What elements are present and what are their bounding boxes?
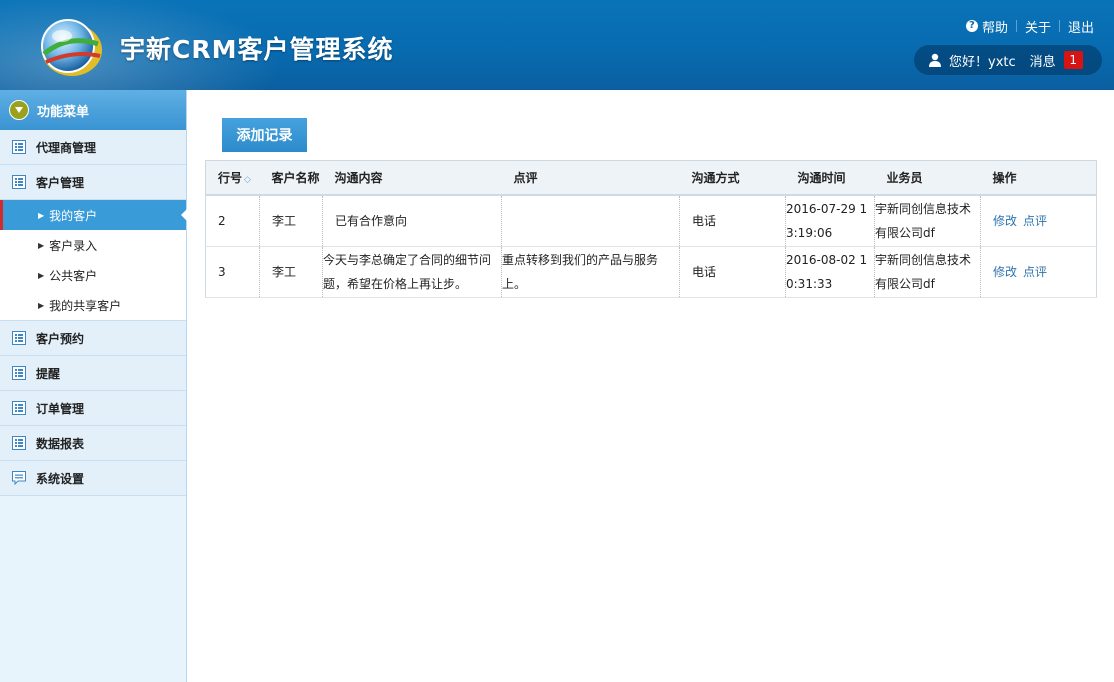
cell-time: 2016-07-29 13:19:06 bbox=[785, 195, 875, 247]
sidebar: 功能菜单 代理商管理 客户管理 ▶ 我的客户 ▶ 客户录入 ▶ 公共客户 ▶ 我… bbox=[0, 90, 187, 682]
column-header-time: 沟通时间 bbox=[785, 160, 875, 196]
sidebar-subitem-label: 我的共享客户 bbox=[49, 298, 122, 313]
table-header-row: 行号 ◇ 客户名称 沟通内容 点评 沟通方式 沟通时间 业务员 操作 bbox=[205, 160, 1097, 196]
messages-count-badge[interactable]: 1 bbox=[1063, 51, 1083, 69]
logout-link[interactable]: 退出 bbox=[1068, 17, 1094, 36]
column-header-customer: 客户名称 bbox=[259, 160, 323, 196]
sidebar-subitem-label: 我的客户 bbox=[49, 208, 98, 223]
user-bar: 您好！yxtc 消息 1 bbox=[914, 45, 1102, 75]
cell-comment: 重点转移到我们的产品与服务上。 bbox=[501, 246, 680, 298]
cell-content: 今天与李总确定了合同的细节问题，希望在价格上再让步。 bbox=[322, 246, 502, 298]
column-header-method: 沟通方式 bbox=[679, 160, 786, 196]
cell-method: 电话 bbox=[679, 246, 786, 298]
edit-link[interactable]: 修改 bbox=[993, 214, 1017, 228]
sidebar-item-label: 代理商管理 bbox=[36, 140, 97, 155]
sidebar-item-label: 订单管理 bbox=[36, 401, 85, 416]
review-link[interactable]: 点评 bbox=[1023, 214, 1047, 228]
column-header-comment: 点评 bbox=[501, 160, 680, 196]
caret-right-icon: ▶ bbox=[38, 300, 45, 310]
cell-actions: 修改 点评 bbox=[980, 246, 1097, 298]
sidebar-subitem-public-customers[interactable]: ▶ 公共客户 bbox=[0, 260, 186, 290]
list-icon bbox=[12, 140, 26, 154]
help-icon: ? bbox=[965, 20, 978, 32]
cell-comment bbox=[501, 195, 680, 247]
column-header-content: 沟通内容 bbox=[322, 160, 502, 196]
cell-salesman: 宇新同创信息技术有限公司df bbox=[874, 246, 981, 298]
sidebar-item-label: 数据报表 bbox=[36, 436, 85, 451]
list-icon bbox=[12, 366, 26, 380]
menu-title: 功能菜单 bbox=[37, 104, 90, 120]
sidebar-item-settings[interactable]: 系统设置 bbox=[0, 461, 186, 496]
table-row: 2 李工 已有合作意向 电话 2016-07-29 13:19:06 宇新同创信… bbox=[205, 195, 1097, 247]
user-icon bbox=[929, 53, 941, 67]
cell-customer: 李工 bbox=[259, 195, 323, 247]
column-header-row-number[interactable]: 行号 ◇ bbox=[205, 160, 260, 196]
sidebar-item-agent[interactable]: 代理商管理 bbox=[0, 130, 186, 165]
customer-submenu: ▶ 我的客户 ▶ 客户录入 ▶ 公共客户 ▶ 我的共享客户 bbox=[0, 200, 187, 321]
globe-logo-icon bbox=[41, 19, 102, 76]
sidebar-subitem-label: 客户录入 bbox=[49, 238, 98, 253]
table-row: 3 李工 今天与李总确定了合同的细节问题，希望在价格上再让步。 重点转移到我们的… bbox=[205, 246, 1097, 298]
sidebar-item-reminder[interactable]: 提醒 bbox=[0, 356, 186, 391]
help-label: 帮助 bbox=[981, 20, 1008, 36]
header-bar: 宇新CRM客户管理系统 ? 帮助 关于 退出 您好！yxtc 消息 1 bbox=[0, 0, 1114, 90]
caret-right-icon: ▶ bbox=[38, 210, 45, 220]
chat-bubble-icon bbox=[12, 471, 26, 485]
sidebar-item-label: 提醒 bbox=[36, 366, 61, 381]
top-links: ? 帮助 关于 退出 bbox=[965, 17, 1094, 36]
list-icon bbox=[12, 401, 26, 415]
sort-icon[interactable]: ◇ bbox=[244, 175, 251, 185]
sidebar-item-report[interactable]: 数据报表 bbox=[0, 426, 186, 461]
caret-right-icon: ▶ bbox=[38, 270, 45, 280]
app-title: 宇新CRM客户管理系统 bbox=[120, 35, 394, 64]
divider bbox=[1015, 20, 1017, 32]
main-content: 添加记录 行号 ◇ 客户名称 沟通内容 点评 沟通方式 沟通时间 业务员 操作 2… bbox=[187, 90, 1114, 682]
sidebar-item-appointment[interactable]: 客户预约 bbox=[0, 321, 186, 356]
sidebar-subitem-shared-customers[interactable]: ▶ 我的共享客户 bbox=[0, 290, 186, 320]
about-link[interactable]: 关于 bbox=[1025, 17, 1051, 36]
add-record-button[interactable]: 添加记录 bbox=[222, 118, 307, 152]
sidebar-subitem-my-customers[interactable]: ▶ 我的客户 bbox=[0, 200, 187, 230]
sidebar-item-order[interactable]: 订单管理 bbox=[0, 391, 186, 426]
help-link[interactable]: ? 帮助 bbox=[965, 17, 1008, 36]
list-icon bbox=[12, 331, 26, 345]
sidebar-item-label: 客户预约 bbox=[36, 331, 85, 346]
list-icon bbox=[12, 436, 26, 450]
divider bbox=[1058, 20, 1060, 32]
cell-content: 已有合作意向 bbox=[322, 195, 502, 247]
sidebar-item-customer[interactable]: 客户管理 bbox=[0, 165, 186, 200]
cell-method: 电话 bbox=[679, 195, 786, 247]
caret-right-icon: ▶ bbox=[38, 240, 45, 250]
user-greeting: 您好！yxtc bbox=[949, 54, 1016, 70]
menu-header: 功能菜单 bbox=[0, 90, 186, 130]
cell-customer: 李工 bbox=[259, 246, 323, 298]
cell-row-number: 2 bbox=[205, 195, 260, 247]
column-header-salesman: 业务员 bbox=[874, 160, 981, 196]
cell-actions: 修改 点评 bbox=[980, 195, 1097, 247]
edit-link[interactable]: 修改 bbox=[993, 265, 1017, 279]
list-icon bbox=[12, 175, 26, 189]
column-header-actions: 操作 bbox=[980, 160, 1097, 196]
cell-salesman: 宇新同创信息技术有限公司df bbox=[874, 195, 981, 247]
sidebar-subitem-label: 公共客户 bbox=[49, 268, 98, 283]
sidebar-subitem-customer-entry[interactable]: ▶ 客户录入 bbox=[0, 230, 186, 260]
sidebar-item-label: 系统设置 bbox=[36, 471, 85, 486]
sidebar-item-label: 客户管理 bbox=[36, 175, 85, 190]
cell-time: 2016-08-02 10:31:33 bbox=[785, 246, 875, 298]
communication-records-table: 行号 ◇ 客户名称 沟通内容 点评 沟通方式 沟通时间 业务员 操作 2 李工 已… bbox=[205, 160, 1097, 298]
cell-row-number: 3 bbox=[205, 246, 260, 298]
review-link[interactable]: 点评 bbox=[1023, 265, 1047, 279]
messages-link[interactable]: 消息 bbox=[1030, 51, 1056, 70]
chevron-down-icon bbox=[9, 100, 29, 120]
